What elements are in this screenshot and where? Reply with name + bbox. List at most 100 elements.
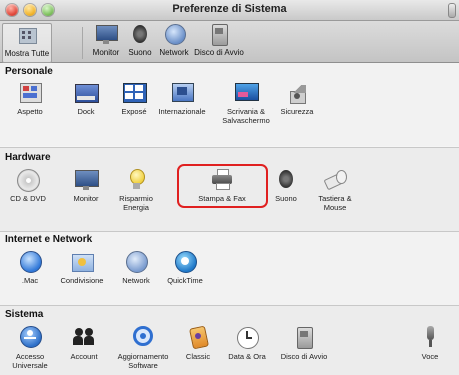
pref-label: Scrivania & — [227, 107, 265, 116]
energy-bulb-icon — [122, 168, 150, 192]
grid-icon — [15, 24, 39, 46]
dock-icon — [72, 81, 100, 105]
pref-label: Stampa & Fax — [198, 194, 246, 203]
pref-data-ora[interactable]: Data & Ora — [222, 326, 272, 361]
pref-tastiera-mouse[interactable]: Tastiera & Mouse — [310, 168, 360, 212]
toolbar-sound-button[interactable]: Suono — [126, 23, 154, 61]
pref-label: .Mac — [21, 276, 39, 285]
pref-label: Exposé — [121, 107, 147, 116]
classic-icon — [184, 325, 212, 350]
pref-quicktime[interactable]: QuickTime — [160, 250, 210, 285]
pref-monitor[interactable]: Monitor — [64, 168, 108, 203]
pref-label: Condivisione — [60, 276, 104, 285]
speaker-icon — [272, 168, 300, 192]
pref-suono[interactable]: Suono — [264, 168, 308, 203]
pref-label: Accesso — [15, 352, 45, 361]
pref-label: Account — [70, 352, 98, 361]
section-hardware: Hardware CD & DVD Monitor Risparmio Ener… — [0, 148, 459, 231]
pref-label: Monitor — [73, 194, 99, 203]
section-sistema: Sistema Accesso Universale Account Aggio… — [0, 306, 459, 375]
cd-dvd-icon — [14, 168, 42, 192]
monitor-icon — [72, 168, 100, 192]
pref-aspetto[interactable]: Aspetto — [8, 81, 52, 116]
pref-stampa-fax[interactable]: Stampa & Fax — [180, 168, 264, 203]
pref-accesso-universale[interactable]: Accesso Universale — [5, 326, 55, 370]
microphone-icon — [416, 326, 444, 350]
pref-label: Aspetto — [17, 107, 43, 116]
security-house-icon — [283, 81, 311, 105]
keyboard-mouse-icon — [321, 168, 349, 192]
pref-dotmac[interactable]: .Mac — [8, 250, 52, 285]
network-globe-icon — [162, 23, 186, 45]
pref-label: QuickTime — [167, 276, 203, 285]
section-title: Internet e Network — [5, 234, 93, 245]
pref-label: Network — [122, 276, 150, 285]
section-internet-network: Internet e Network .Mac Condivisione Net… — [0, 232, 459, 305]
monitor-icon — [94, 23, 118, 45]
pref-label: Aggiornamento — [117, 352, 169, 361]
universal-access-icon — [16, 326, 44, 350]
toolbar: Mostra Tutte Monitor Suono Network Disco… — [0, 21, 459, 63]
pref-sicurezza[interactable]: Sicurezza — [274, 81, 320, 116]
pref-label: Internazionale — [158, 107, 206, 116]
expose-icon — [120, 81, 148, 105]
pref-scrivania-salvaschermo[interactable]: Scrivania & Salvaschermo — [216, 81, 276, 125]
pref-classic[interactable]: Classic — [176, 325, 220, 361]
pref-label: Risparmio — [119, 194, 153, 203]
toolbar-item-label: Mostra Tutte — [4, 49, 50, 58]
date-time-clock-icon — [233, 326, 261, 350]
window-title: Preferenze di Sistema — [172, 3, 287, 15]
pref-label: Suono — [275, 194, 297, 203]
pref-label-line2: Salvaschermo — [222, 116, 270, 125]
section-title: Sistema — [5, 309, 44, 320]
toolbar-item-label: Monitor — [92, 48, 120, 57]
pref-label: Tastiera & — [318, 194, 352, 203]
title-bar[interactable]: Preferenze di Sistema — [0, 0, 459, 21]
pref-label: Data & Ora — [228, 352, 266, 361]
toolbar-startup-disk-button[interactable]: Disco di Avvio — [194, 23, 244, 61]
section-title: Personale — [5, 66, 53, 77]
pref-voce[interactable]: Voce — [410, 326, 450, 361]
pref-aggiornamento-software[interactable]: Aggiornamento Software — [112, 326, 174, 370]
startup-disk-icon — [207, 23, 231, 46]
toolbar-separator — [82, 27, 83, 59]
pref-label-line2: Mouse — [323, 203, 347, 212]
pref-label: Disco di Avvio — [280, 352, 328, 361]
pref-label: Dock — [77, 107, 95, 116]
toolbar-monitor-button[interactable]: Monitor — [88, 23, 124, 61]
toolbar-item-label: Network — [159, 48, 189, 57]
toolbar-item-label: Suono — [128, 48, 152, 57]
pref-internazionale[interactable]: Internazionale — [152, 81, 212, 116]
section-title: Hardware — [5, 152, 51, 163]
toolbar-network-button[interactable]: Network — [156, 23, 192, 61]
startup-disk-icon — [290, 326, 318, 350]
pref-disco-di-avvio[interactable]: Disco di Avvio — [274, 326, 334, 361]
pref-risparmio-energia[interactable]: Risparmio Energia — [114, 168, 158, 212]
pref-label: Classic — [185, 352, 211, 361]
desktop-screensaver-icon — [232, 81, 260, 105]
pref-label-line2: Universale — [12, 361, 48, 370]
toolbar-item-label: Disco di Avvio — [194, 48, 244, 57]
pref-expose[interactable]: Exposé — [112, 81, 156, 116]
pref-account[interactable]: Account — [62, 326, 106, 361]
section-personale: Personale Aspetto Dock Exposé Internazio… — [0, 63, 459, 146]
quicktime-icon — [171, 250, 199, 274]
pref-label: Sicurezza — [280, 107, 314, 116]
pref-label: CD & DVD — [10, 194, 46, 203]
accounts-icon — [70, 326, 98, 350]
toolbar-toggle-button[interactable] — [448, 3, 456, 18]
toolbar-show-all-button[interactable]: Mostra Tutte — [2, 23, 52, 63]
speaker-icon — [128, 23, 152, 45]
pref-dock[interactable]: Dock — [64, 81, 108, 116]
pref-cd-dvd[interactable]: CD & DVD — [3, 168, 53, 203]
dotmac-globe-icon — [16, 250, 44, 274]
pref-label: Voce — [421, 352, 439, 361]
software-update-icon — [129, 326, 157, 350]
printer-icon — [208, 168, 236, 192]
appearance-icon — [16, 81, 44, 105]
international-flag-icon — [168, 81, 196, 105]
network-globe-icon — [122, 250, 150, 274]
pref-condivisione[interactable]: Condivisione — [52, 250, 112, 285]
system-preferences-window: Preferenze di Sistema Mostra Tutte Monit… — [0, 0, 459, 375]
pref-network[interactable]: Network — [114, 250, 158, 285]
